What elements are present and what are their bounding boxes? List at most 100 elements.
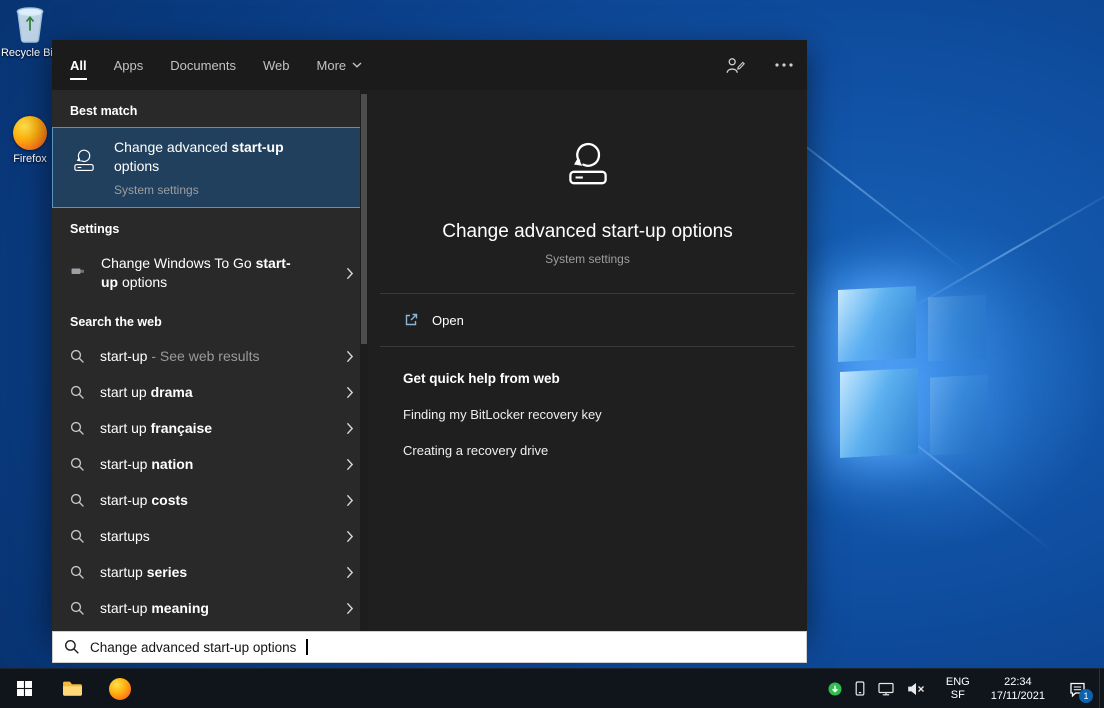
chevron-right-icon — [346, 350, 354, 363]
search-filter-tabs: All Apps Documents Web More — [52, 40, 807, 90]
chevron-right-icon — [346, 494, 354, 507]
quick-help-section: Get quick help from web Finding my BitLo… — [368, 347, 807, 482]
quick-help-header: Get quick help from web — [403, 371, 772, 386]
windows-logo-pane — [838, 286, 916, 362]
web-suggestion-text: start-up costs — [100, 492, 188, 508]
settings-result-title: Change Windows To Go start-up options — [101, 254, 306, 292]
settings-result-windows-to-go[interactable]: Change Windows To Go start-up options — [52, 245, 368, 301]
search-icon — [70, 493, 85, 508]
chevron-right-icon — [346, 422, 354, 435]
chevron-right-icon — [346, 530, 354, 543]
chevron-right-icon — [346, 566, 354, 579]
search-icon — [70, 385, 85, 400]
chevron-down-icon — [352, 62, 362, 68]
file-explorer-button[interactable] — [48, 669, 96, 708]
tab-apps[interactable]: Apps — [114, 40, 144, 90]
web-suggestion[interactable]: start-up nation — [52, 446, 368, 482]
open-label: Open — [432, 313, 464, 328]
tab-more[interactable]: More — [317, 40, 363, 90]
text-cursor — [306, 639, 308, 655]
chevron-right-icon — [346, 386, 354, 399]
windows-logo-pane — [928, 294, 986, 361]
firefox-taskbar-button[interactable] — [96, 669, 144, 708]
scrollbar[interactable] — [360, 90, 368, 631]
notification-badge: 1 — [1079, 689, 1093, 703]
search-icon — [70, 457, 85, 472]
settings-section-label: Settings — [52, 208, 368, 245]
search-icon — [70, 529, 85, 544]
web-suggestion[interactable]: startup series — [52, 554, 368, 590]
chevron-right-icon — [346, 602, 354, 615]
start-button[interactable] — [0, 669, 48, 708]
windows-logo-icon — [17, 681, 32, 696]
tab-documents-label: Documents — [170, 58, 236, 73]
keyboard-layout: SF — [946, 689, 970, 702]
best-match-section-label: Best match — [52, 90, 368, 127]
show-desktop-button[interactable] — [1099, 669, 1104, 708]
feedback-icon[interactable] — [726, 57, 745, 74]
firefox-icon — [109, 678, 131, 700]
tab-documents[interactable]: Documents — [170, 40, 236, 90]
open-action[interactable]: Open — [368, 294, 807, 346]
language-code: ENG — [946, 676, 970, 689]
best-match-text: Change advanced start-up options System … — [114, 138, 292, 197]
windows-to-go-icon — [70, 263, 86, 284]
help-link-bitlocker[interactable]: Finding my BitLocker recovery key — [403, 407, 772, 422]
web-suggestion[interactable]: start up française — [52, 410, 368, 446]
web-suggestion[interactable]: start up drama — [52, 374, 368, 410]
web-suggestion[interactable]: start-up meaning — [52, 590, 368, 626]
help-link-recovery-drive[interactable]: Creating a recovery drive — [403, 443, 772, 458]
tray-green-status-icon[interactable] — [828, 682, 842, 696]
search-icon — [70, 565, 85, 580]
tab-all[interactable]: All — [70, 40, 87, 90]
search-icon — [70, 421, 85, 436]
search-input-value: Change advanced start-up options — [90, 640, 296, 655]
web-suggestion-text: startups — [100, 528, 150, 544]
advanced-startup-icon — [69, 138, 99, 180]
start-search-panel: All Apps Documents Web More Best match — [52, 40, 807, 631]
web-suggestion-text: startup series — [100, 564, 187, 580]
windows-logo-pane — [930, 374, 988, 455]
tab-apps-label: Apps — [114, 58, 144, 73]
tab-more-label: More — [317, 58, 347, 73]
tab-all-label: All — [70, 58, 87, 73]
scrollbar-thumb[interactable] — [361, 94, 367, 344]
search-icon — [70, 349, 85, 364]
search-icon — [70, 601, 85, 616]
taskbar: ENG SF 22:34 17/11/2021 1 — [0, 668, 1104, 708]
chevron-right-icon — [346, 267, 354, 280]
web-suggestion[interactable]: start-up costs — [52, 482, 368, 518]
web-suggestion[interactable]: start-up - See web results — [52, 338, 368, 374]
web-suggestion[interactable]: startups — [52, 518, 368, 554]
preview-subtitle: System settings — [545, 252, 630, 266]
web-suggestion-text: start-up meaning — [100, 600, 209, 616]
preview-title: Change advanced start-up options — [442, 221, 732, 243]
tab-web-label: Web — [263, 58, 290, 73]
folder-icon — [62, 680, 83, 697]
web-suggestion-text: start-up - See web results — [100, 348, 260, 364]
more-options-icon[interactable] — [775, 63, 793, 67]
tab-web[interactable]: Web — [263, 40, 290, 90]
best-match-subtitle: System settings — [114, 183, 292, 197]
chevron-right-icon — [346, 458, 354, 471]
action-center-button[interactable]: 1 — [1055, 669, 1099, 708]
search-input[interactable]: Change advanced start-up options — [52, 631, 807, 663]
open-icon — [403, 312, 419, 328]
language-indicator[interactable]: ENG SF — [935, 676, 981, 702]
system-tray — [818, 681, 935, 696]
search-results-list: Best match Change advanced start-up opti… — [52, 90, 368, 631]
clock[interactable]: 22:34 17/11/2021 — [981, 675, 1055, 703]
web-suggestion-text: start up drama — [100, 384, 193, 400]
result-preview-pane: Change advanced start-up options System … — [368, 90, 807, 631]
best-match-result[interactable]: Change advanced start-up options System … — [52, 127, 368, 208]
search-icon — [64, 639, 80, 655]
clock-date: 17/11/2021 — [991, 689, 1045, 703]
web-suggestion-text: start up française — [100, 420, 212, 436]
tray-volume-muted-icon[interactable] — [907, 682, 925, 696]
advanced-startup-icon-large — [559, 134, 617, 197]
best-match-title: Change advanced start-up options — [114, 138, 292, 176]
recycle-bin-icon — [0, 6, 62, 44]
tray-network-icon[interactable] — [878, 682, 894, 696]
web-suggestion-text: start-up nation — [100, 456, 193, 472]
tray-phone-icon[interactable] — [855, 681, 865, 696]
